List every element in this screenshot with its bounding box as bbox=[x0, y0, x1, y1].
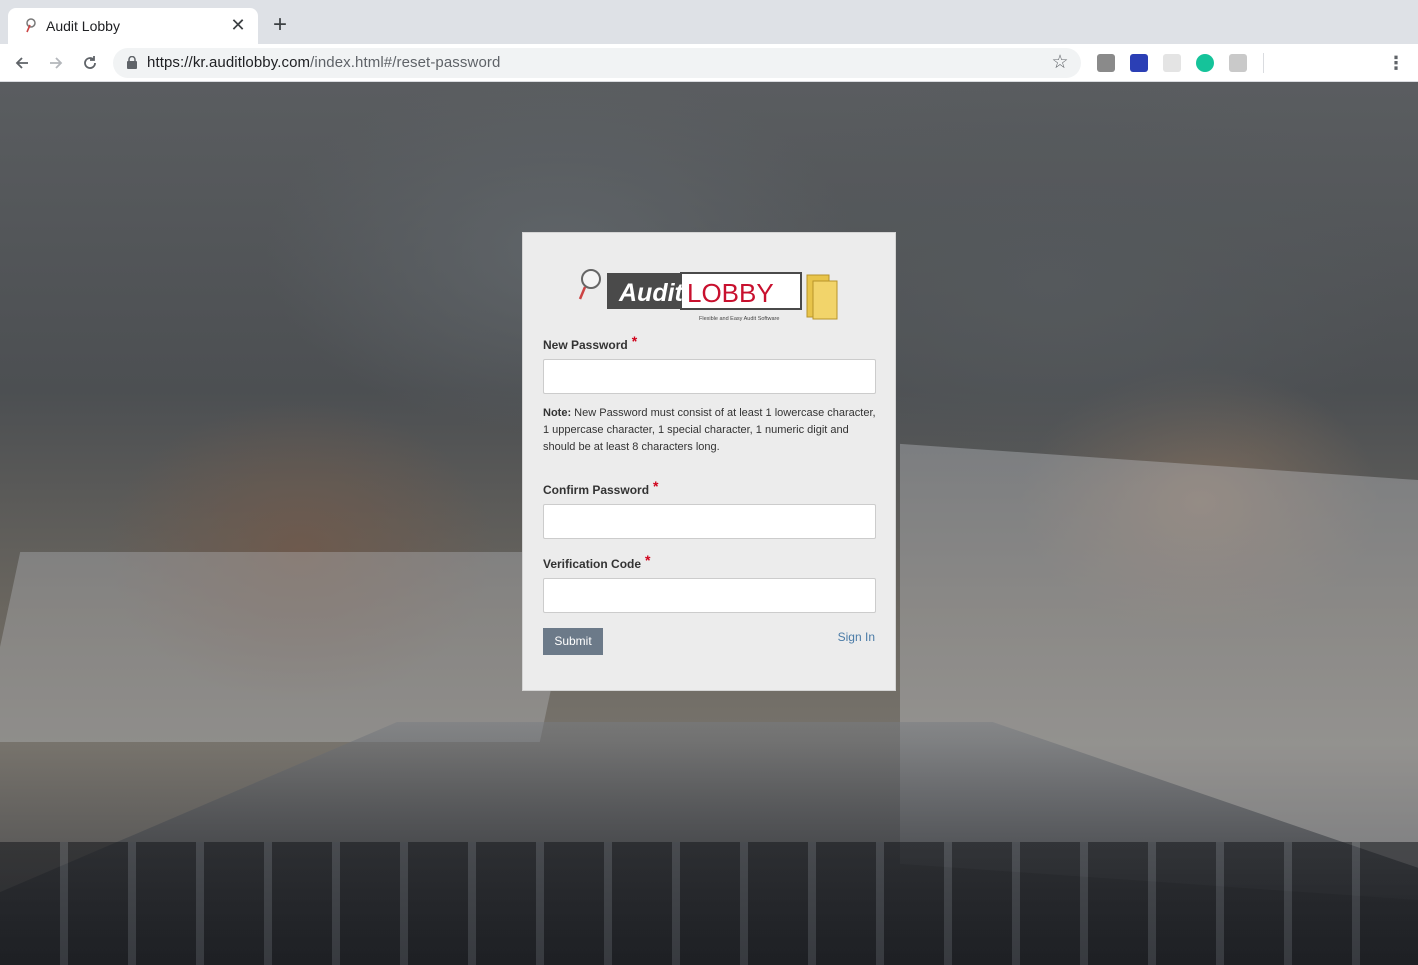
tab-strip: Audit Lobby ✕ + bbox=[0, 0, 1418, 44]
logo-word-audit: Audit bbox=[618, 279, 685, 307]
confirm-password-input[interactable] bbox=[543, 504, 876, 539]
extension-icon[interactable] bbox=[1097, 54, 1115, 72]
address-bar[interactable]: https://kr.auditlobby.com/index.html#/re… bbox=[113, 48, 1081, 78]
back-arrow-icon[interactable] bbox=[10, 51, 34, 75]
password-rules-note: Note: New Password must consist of at le… bbox=[543, 405, 878, 456]
logo-folder-icon bbox=[806, 274, 838, 320]
browser-toolbar: https://kr.auditlobby.com/index.html#/re… bbox=[0, 44, 1418, 82]
extension-icon[interactable] bbox=[1229, 54, 1247, 72]
verification-code-label: Verification Code * bbox=[543, 552, 651, 571]
new-password-label: New Password * bbox=[543, 333, 638, 352]
audit-lobby-logo: Audit LOBBY Flexible and Easy Audit Soft… bbox=[578, 269, 838, 322]
confirm-password-label: Confirm Password * bbox=[543, 478, 659, 497]
note-prefix: Note: bbox=[543, 407, 572, 419]
new-password-input[interactable] bbox=[543, 359, 876, 394]
note-text: New Password must consist of at least 1 … bbox=[543, 407, 876, 453]
required-asterisk: * bbox=[645, 552, 651, 568]
required-asterisk: * bbox=[653, 478, 659, 494]
url-path: /index.html#/reset-password bbox=[310, 54, 501, 71]
toolbar-divider bbox=[1263, 53, 1264, 73]
submit-button[interactable]: Submit bbox=[543, 628, 603, 655]
bookmark-star-icon[interactable]: ☆ bbox=[1049, 52, 1071, 74]
reload-icon[interactable] bbox=[78, 51, 102, 75]
logo-word-lobby: LOBBY bbox=[687, 278, 774, 308]
confirm-password-label-text: Confirm Password bbox=[543, 483, 650, 497]
new-password-label-text: New Password bbox=[543, 338, 628, 352]
logo-magnifier-icon bbox=[578, 269, 601, 300]
logo-tagline: Flexible and Easy Audit Software bbox=[699, 316, 779, 322]
browser-menu-icon[interactable]: ⋮ bbox=[1384, 51, 1408, 75]
verification-code-input[interactable] bbox=[543, 578, 876, 613]
url-text: https://kr.auditlobby.com/index.html#/re… bbox=[147, 54, 500, 71]
reset-password-card: Audit LOBBY Flexible and Easy Audit Soft… bbox=[522, 232, 896, 691]
background-keyboard bbox=[0, 842, 1418, 965]
browser-tab[interactable]: Audit Lobby ✕ bbox=[8, 8, 258, 44]
verification-code-label-text: Verification Code bbox=[543, 557, 642, 571]
extension-icon[interactable] bbox=[1130, 54, 1148, 72]
tab-title: Audit Lobby bbox=[46, 18, 120, 34]
background-paper bbox=[0, 552, 581, 742]
close-tab-icon[interactable]: ✕ bbox=[228, 15, 248, 35]
url-host: https://kr.auditlobby.com bbox=[147, 54, 311, 71]
lock-icon bbox=[127, 56, 137, 69]
grammarly-icon[interactable] bbox=[1196, 54, 1214, 72]
extension-icon[interactable] bbox=[1163, 54, 1181, 72]
required-asterisk: * bbox=[631, 333, 638, 349]
audit-lobby-favicon-icon bbox=[26, 18, 36, 33]
forward-arrow-icon[interactable] bbox=[44, 51, 68, 75]
sign-in-link[interactable]: Sign In bbox=[838, 630, 875, 644]
new-tab-button[interactable]: + bbox=[268, 13, 292, 38]
